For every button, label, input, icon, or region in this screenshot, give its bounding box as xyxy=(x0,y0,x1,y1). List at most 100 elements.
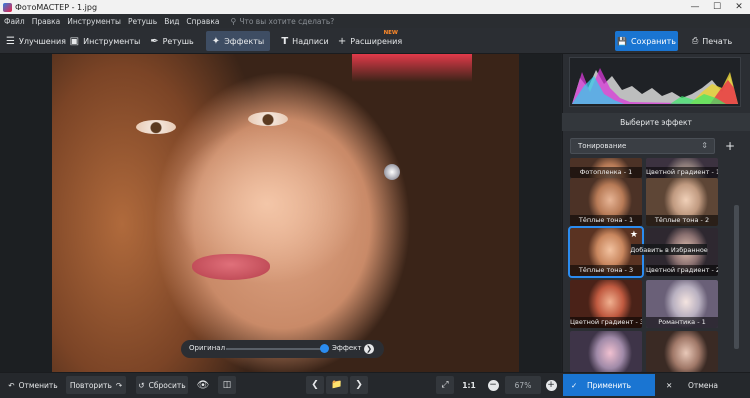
check-icon: ✓ xyxy=(571,380,578,390)
printer-icon: ⎙ xyxy=(691,36,699,45)
effect-thumb-label: Тёплые тона - 1 xyxy=(570,215,642,226)
left-eye xyxy=(136,120,176,134)
command-search[interactable]: ⚲ Что вы хотите сделать? xyxy=(230,17,334,26)
fit-to-screen-icon[interactable]: ⤢ xyxy=(436,376,454,394)
plus-circle-icon: + xyxy=(545,379,557,391)
effect-thumb-label: Цветной градиент - 3 xyxy=(570,317,642,328)
chevron-right-icon[interactable]: ❯ xyxy=(364,344,374,354)
next-image-button[interactable]: ❯ xyxy=(350,376,368,394)
tab-extensions[interactable]: + Расширения NEW xyxy=(338,30,403,51)
zoom-out-button[interactable]: − xyxy=(484,376,502,394)
plus-icon: + xyxy=(724,139,736,153)
thumbnail-scrollbar[interactable] xyxy=(734,205,739,349)
reset-label: Сбросить xyxy=(148,380,186,390)
undo-icon: ↶ xyxy=(8,380,15,390)
undo-label: Отменить xyxy=(18,380,58,390)
effect-thumb-label: Тёплые тона - 3 xyxy=(570,265,642,276)
tab-effects[interactable]: ✦ Эффекты xyxy=(206,31,270,51)
maximize-button[interactable]: ☐ xyxy=(706,0,728,14)
print-button[interactable]: ⎙ Печать xyxy=(681,31,743,51)
effect-thumb[interactable] xyxy=(646,331,718,372)
brush-icon: ✒ xyxy=(150,35,159,47)
close-button[interactable]: ✕ xyxy=(728,0,750,14)
effect-thumb[interactable]: Романтика - 1 xyxy=(646,280,718,328)
right-eye xyxy=(248,112,288,126)
folder-icon[interactable]: 📁 xyxy=(326,376,348,394)
tab-retouch[interactable]: ✒ Ретушь xyxy=(144,31,200,51)
panel-header: Выберите эффект xyxy=(562,113,750,131)
save-label: Сохранить xyxy=(630,36,676,46)
effect-thumb-label: Фотопленка - 1 xyxy=(570,167,642,178)
sliders-icon: ☰ xyxy=(6,35,16,47)
compare-track[interactable] xyxy=(226,348,326,350)
effect-thumb[interactable]: Фотопленка - 1 xyxy=(570,158,642,178)
photo-preview[interactable] xyxy=(52,54,519,372)
earring xyxy=(384,164,400,180)
favorite-tooltip: Добавить в Избранное xyxy=(630,244,708,255)
app-logo-icon xyxy=(3,2,12,12)
star-icon[interactable]: ★ xyxy=(630,230,638,240)
save-button[interactable]: 💾 Сохранить xyxy=(615,31,678,51)
compare-handle[interactable] xyxy=(320,344,329,353)
histogram-graph xyxy=(572,68,738,104)
lips xyxy=(192,254,270,280)
menu-tools[interactable]: Инструменты xyxy=(67,17,121,26)
tab-enhance[interactable]: ☰ Улучшения xyxy=(6,31,66,51)
search-icon: ⚲ xyxy=(230,16,237,26)
tab-tools-label: Инструменты xyxy=(83,36,141,46)
hair-highlight xyxy=(352,54,472,82)
undo-button[interactable]: ↶ Отменить xyxy=(4,376,62,394)
reset-button[interactable]: ↺ Сбросить xyxy=(136,376,188,394)
redo-label: Повторить xyxy=(69,380,112,390)
effect-thumb[interactable]: Цветной градиент - 3 xyxy=(570,280,642,328)
add-effect-button[interactable]: + xyxy=(721,138,739,154)
effect-thumb[interactable]: Тёплые тона - 1 xyxy=(570,178,642,226)
zoom-in-button[interactable]: + xyxy=(542,376,560,394)
new-badge: NEW xyxy=(383,30,398,36)
effect-thumb-label: Цветной градиент - 1 xyxy=(646,167,718,178)
search-placeholder: Что вы хотите сделать? xyxy=(239,16,335,26)
print-label: Печать xyxy=(702,36,733,46)
effect-thumb-label: Романтика - 1 xyxy=(646,317,718,328)
apply-button[interactable]: ✓ Применить xyxy=(563,374,655,396)
effect-label: Эффект xyxy=(332,344,362,352)
effect-thumb-label: Тёплые тона - 2 xyxy=(646,215,718,226)
magic-wand-icon: ✦ xyxy=(211,35,221,47)
effect-thumb-label: Цветной градиент - 2 xyxy=(646,265,718,276)
menu-help[interactable]: Справка xyxy=(186,17,219,26)
crop-icon: ▣ xyxy=(69,35,80,47)
menu-view[interactable]: Вид xyxy=(164,17,179,26)
compare-slider[interactable]: Оригинал Эффект ❯ xyxy=(181,340,384,358)
minimize-button[interactable]: — xyxy=(684,0,706,14)
menu-bar: Файл Правка Инструменты Ретушь Вид Справ… xyxy=(0,14,750,28)
histogram xyxy=(569,57,741,107)
tab-enhance-label: Улучшения xyxy=(19,36,66,46)
redo-button[interactable]: Повторить ↷ xyxy=(66,376,126,394)
text-icon: T xyxy=(281,35,289,47)
title-bar: ФотоМАСТЕР - 1.jpg — ☐ ✕ xyxy=(0,0,750,14)
tab-tools[interactable]: ▣ Инструменты xyxy=(69,31,141,51)
menu-retouch[interactable]: Ретушь xyxy=(128,17,157,26)
effect-thumb[interactable]: Тёплые тона - 2 xyxy=(646,178,718,226)
eye-icon[interactable]: 👁 xyxy=(194,376,212,394)
redo-icon: ↷ xyxy=(115,380,123,390)
close-icon: ✕ xyxy=(666,380,673,390)
effect-thumb[interactable]: Цветной градиент - 1 xyxy=(646,158,718,178)
category-select[interactable]: Тонирование ⇕ xyxy=(570,138,715,154)
cancel-button[interactable]: ✕ Отмена xyxy=(658,374,748,396)
tab-extensions-label: Расширения xyxy=(350,36,403,46)
cancel-label: Отмена xyxy=(687,380,719,390)
menu-edit[interactable]: Правка xyxy=(32,17,61,26)
reset-icon: ↺ xyxy=(138,380,145,390)
prev-image-button[interactable]: ❮ xyxy=(306,376,324,394)
effect-thumb[interactable] xyxy=(570,331,642,372)
apply-label: Применить xyxy=(586,380,632,390)
menu-file[interactable]: Файл xyxy=(4,17,25,26)
window-title: ФотоМАСТЕР - 1.jpg xyxy=(15,2,98,12)
ratio-button[interactable]: 1:1 xyxy=(458,376,480,394)
zoom-level[interactable]: 67% xyxy=(505,376,541,394)
tab-text-label: Надписи xyxy=(292,36,329,46)
tab-text[interactable]: T Надписи xyxy=(276,31,334,51)
compare-split-icon[interactable]: ◫ xyxy=(218,376,236,394)
original-label: Оригинал xyxy=(189,344,226,352)
